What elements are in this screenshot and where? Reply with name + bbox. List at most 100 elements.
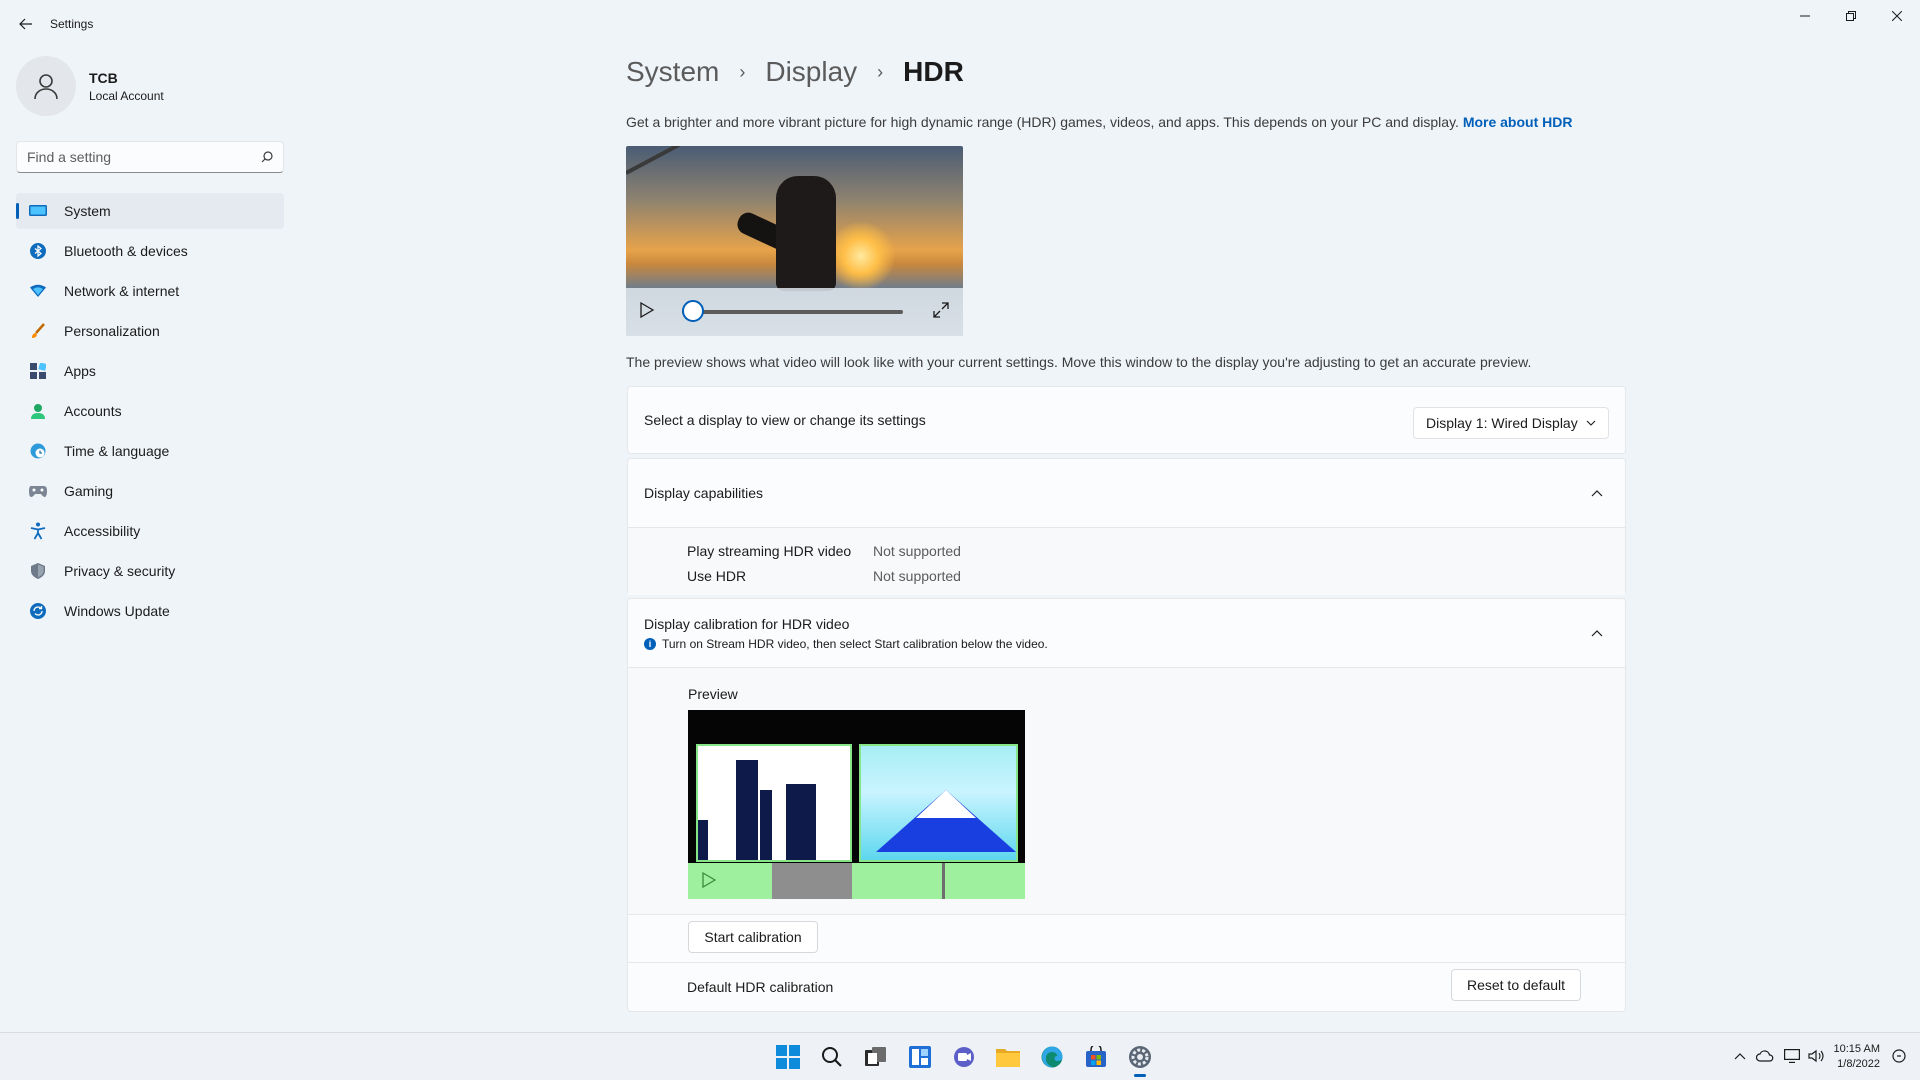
taskbar-pinned-apps — [766, 1033, 1162, 1080]
store-button[interactable] — [1074, 1035, 1118, 1079]
taskbar-time: 10:15 AM — [1833, 1043, 1880, 1055]
display-select-label: Select a display to view or change its s… — [644, 412, 926, 428]
start-icon — [776, 1045, 800, 1069]
search-icon[interactable] — [261, 151, 273, 163]
system-icon — [28, 201, 48, 221]
sidebar-item-accounts[interactable]: Accounts — [16, 393, 284, 429]
restore-button[interactable] — [1828, 0, 1874, 32]
video-seek-slider[interactable] — [682, 300, 903, 322]
taskbar-search-button[interactable] — [810, 1035, 854, 1079]
default-calibration-label: Default HDR calibration — [687, 979, 834, 995]
volume-button[interactable] — [1807, 1049, 1824, 1066]
wifi-icon — [28, 281, 48, 301]
preview-note: The preview shows what video will look l… — [626, 354, 1532, 370]
reset-to-default-button[interactable]: Reset to default — [1451, 969, 1581, 1001]
profile-account-type: Local Account — [89, 88, 164, 103]
chevron-down-icon — [1586, 420, 1596, 426]
avatar — [16, 56, 76, 116]
chevron-right-icon: › — [739, 61, 746, 82]
sidebar-item-label: Privacy & security — [64, 563, 176, 579]
hdr-calibration-card: Display calibration for HDR video i Turn… — [627, 598, 1626, 1012]
play-icon — [702, 871, 717, 889]
close-icon — [1892, 11, 1902, 21]
calibration-title: Display calibration for HDR video — [644, 616, 850, 632]
breadcrumb: System › Display › HDR — [626, 56, 964, 88]
notifications-button[interactable] — [1892, 1048, 1906, 1066]
arrow-left-icon — [19, 18, 32, 30]
sidebar-item-label: Windows Update — [64, 603, 170, 619]
onedrive-button[interactable] — [1755, 1049, 1774, 1065]
calibration-play-button[interactable] — [702, 871, 717, 893]
sidebar-item-accessibility[interactable]: Accessibility — [16, 513, 284, 549]
settings-app-button[interactable] — [1118, 1035, 1162, 1079]
store-icon — [1086, 1046, 1106, 1067]
video-controls — [626, 288, 963, 336]
task-view-button[interactable] — [854, 1035, 898, 1079]
sidebar-item-time-language[interactable]: Time & language — [16, 433, 284, 469]
calibration-city-image — [696, 744, 852, 862]
start-button[interactable] — [766, 1035, 810, 1079]
search-icon — [822, 1047, 842, 1067]
widgets-icon — [909, 1046, 931, 1068]
collapse-capabilities-button[interactable] — [1585, 481, 1609, 505]
breadcrumb-display[interactable]: Display — [765, 56, 857, 88]
chevron-up-icon — [1734, 1053, 1745, 1060]
chat-icon — [954, 1047, 974, 1067]
user-profile[interactable]: TCB Local Account — [16, 56, 164, 116]
search-input[interactable] — [27, 149, 261, 165]
edge-button[interactable] — [1030, 1035, 1074, 1079]
hdr-description: Get a brighter and more vibrant picture … — [626, 114, 1572, 130]
calibration-info-text: Turn on Stream HDR video, then select St… — [662, 637, 1048, 651]
fullscreen-button[interactable] — [933, 301, 949, 323]
capabilities-header[interactable]: Display capabilities — [628, 459, 1625, 527]
collapse-calibration-button[interactable] — [1585, 621, 1609, 645]
play-button[interactable] — [640, 301, 655, 323]
sidebar-item-gaming[interactable]: Gaming — [16, 473, 284, 509]
show-hidden-icons-button[interactable] — [1734, 1051, 1746, 1063]
edge-icon — [1041, 1046, 1063, 1068]
display-dropdown[interactable]: Display 1: Wired Display — [1413, 407, 1609, 439]
sidebar-item-personalization[interactable]: Personalization — [16, 313, 284, 349]
start-calibration-row: Start calibration — [628, 914, 1625, 962]
sidebar-item-windows-update[interactable]: Windows Update — [16, 593, 284, 629]
sidebar-item-privacy-security[interactable]: Privacy & security — [16, 553, 284, 589]
widgets-button[interactable] — [898, 1035, 942, 1079]
back-button[interactable] — [14, 12, 38, 36]
calibration-preview-section: Preview — [628, 667, 1625, 914]
preview-label: Preview — [688, 686, 738, 702]
capability-label: Play streaming HDR video — [687, 542, 852, 559]
video-seek-thumb[interactable] — [682, 300, 705, 322]
capability-value: Not supported — [873, 567, 961, 584]
taskbar-clock[interactable]: 10:15 AM 1/8/2022 — [1834, 1042, 1880, 1072]
title-bar: Settings — [0, 0, 1920, 48]
more-about-hdr-link[interactable]: More about HDR — [1463, 114, 1573, 130]
display-capabilities-card: Display capabilities Play streaming HDR … — [627, 458, 1626, 595]
network-status-button[interactable] — [1783, 1048, 1800, 1066]
close-button[interactable] — [1874, 0, 1920, 32]
page-title: HDR — [903, 56, 964, 87]
sidebar-item-apps[interactable]: Apps — [16, 353, 284, 389]
notification-icon — [1892, 1048, 1906, 1063]
sidebar-item-label: Time & language — [64, 443, 170, 459]
task-view-icon — [865, 1047, 886, 1066]
calibration-preview-video[interactable] — [688, 710, 1025, 899]
minimize-button[interactable] — [1782, 0, 1828, 32]
taskbar: 10:15 AM 1/8/2022 — [0, 1032, 1920, 1080]
breadcrumb-system[interactable]: System — [626, 56, 719, 88]
chat-button[interactable] — [942, 1035, 986, 1079]
display-dropdown-value: Display 1: Wired Display — [1426, 415, 1578, 431]
hdr-description-text: Get a brighter and more vibrant picture … — [626, 114, 1459, 130]
sidebar-item-bluetooth-devices[interactable]: Bluetooth & devices — [16, 233, 284, 269]
display-select-card: Select a display to view or change its s… — [627, 386, 1626, 454]
taskbar-date: 1/8/2022 — [1837, 1058, 1880, 1070]
speaker-icon — [1807, 1049, 1824, 1062]
calibration-header[interactable]: Display calibration for HDR video i Turn… — [628, 599, 1625, 667]
file-explorer-button[interactable] — [986, 1035, 1030, 1079]
system-tray: 10:15 AM 1/8/2022 — [1734, 1033, 1906, 1080]
play-icon — [640, 301, 655, 318]
settings-icon — [1129, 1046, 1151, 1068]
capability-row: Use HDR Not supported — [687, 563, 1625, 588]
start-calibration-button[interactable]: Start calibration — [688, 921, 818, 953]
sidebar-item-network[interactable]: Network & internet — [16, 273, 284, 309]
sidebar-item-system[interactable]: System — [16, 193, 284, 229]
